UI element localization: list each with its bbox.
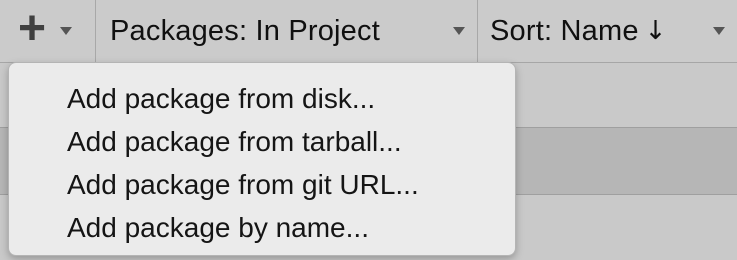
packages-filter-label: Packages: In Project [110,14,380,47]
menu-item-add-from-tarball[interactable]: Add package from tarball... [9,120,515,163]
packages-filter-dropdown[interactable]: Packages: In Project [96,0,478,62]
sort-label: Sort: Name [490,14,639,47]
add-package-button[interactable]: + [0,0,96,62]
package-manager-toolbar: + Packages: In Project Sort: Name ↓ [0,0,737,63]
chevron-down-icon [453,27,465,35]
plus-icon: + [17,2,47,55]
chevron-down-icon [60,27,72,35]
chevron-down-icon [713,27,725,35]
sort-dropdown[interactable]: Sort: Name ↓ [478,0,737,62]
arrow-down-icon: ↓ [644,16,667,46]
menu-item-add-from-git-url[interactable]: Add package from git URL... [9,163,515,206]
add-package-menu: Add package from disk... Add package fro… [8,62,516,256]
menu-item-add-by-name[interactable]: Add package by name... [9,206,515,249]
menu-item-add-from-disk[interactable]: Add package from disk... [9,77,515,120]
